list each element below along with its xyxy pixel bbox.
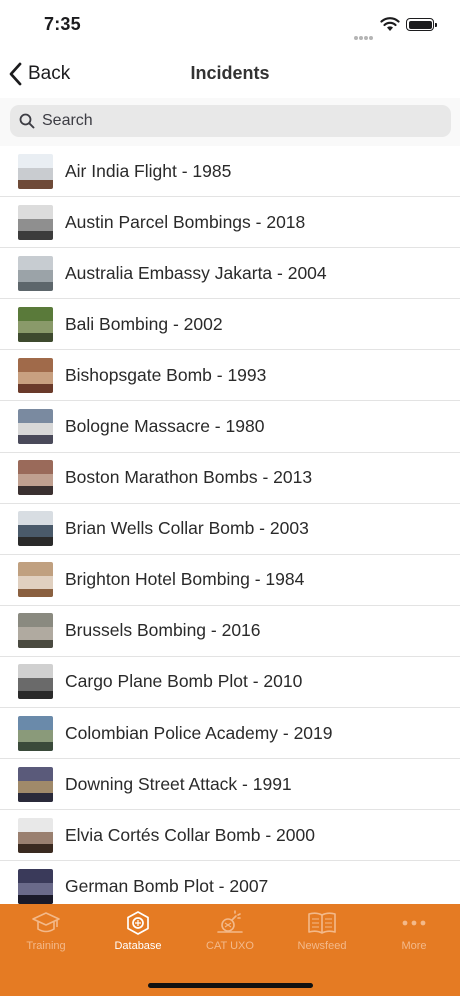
incident-title: Bishopsgate Bomb - 1993 bbox=[65, 364, 267, 385]
book-icon bbox=[308, 912, 336, 934]
signal-dots-icon bbox=[354, 27, 376, 40]
tab-more[interactable]: More bbox=[368, 910, 460, 958]
list-item[interactable]: Bali Bombing - 2002 bbox=[0, 299, 460, 351]
list-item[interactable]: Cargo Plane Bomb Plot - 2010 bbox=[0, 657, 460, 709]
back-label: Back bbox=[28, 63, 71, 84]
search-field[interactable] bbox=[10, 105, 451, 137]
search-icon bbox=[19, 113, 35, 129]
incident-thumbnail bbox=[18, 460, 53, 496]
list-item[interactable]: Brian Wells Collar Bomb - 2003 bbox=[0, 504, 460, 555]
list-item[interactable]: Air India Flight - 1985 bbox=[0, 146, 460, 198]
list-item[interactable]: Downing Street Attack - 1991 bbox=[0, 759, 460, 811]
tab-training[interactable]: Training bbox=[0, 910, 92, 958]
incident-title: Bali Bombing - 2002 bbox=[65, 313, 223, 334]
incident-title: Downing Street Attack - 1991 bbox=[65, 773, 292, 794]
list-item[interactable]: Bologne Massacre - 1980 bbox=[0, 401, 460, 453]
tab-label: CAT UXO bbox=[206, 940, 254, 952]
incident-thumbnail bbox=[18, 204, 53, 240]
incident-thumbnail bbox=[18, 766, 53, 802]
list-item[interactable]: Brussels Bombing - 2016 bbox=[0, 606, 460, 657]
home-indicator bbox=[148, 983, 313, 988]
incident-title: Brussels Bombing - 2016 bbox=[65, 620, 261, 641]
incident-title: Air India Flight - 1985 bbox=[65, 160, 232, 181]
tab-newsfeed[interactable]: Newsfeed bbox=[276, 910, 368, 958]
incident-title: Austin Parcel Bombings - 2018 bbox=[65, 211, 306, 232]
graduation-cap-icon bbox=[32, 912, 60, 933]
status-time: 7:35 bbox=[44, 14, 81, 34]
status-bar: 7:35 bbox=[0, 0, 460, 50]
back-button[interactable]: Back bbox=[8, 58, 70, 90]
incident-thumbnail bbox=[18, 613, 53, 649]
incident-thumbnail bbox=[18, 715, 53, 751]
incident-thumbnail bbox=[18, 357, 53, 393]
tab-database[interactable]: Database bbox=[92, 910, 184, 958]
search-input[interactable] bbox=[42, 112, 422, 130]
incident-title: German Bomb Plot - 2007 bbox=[65, 875, 269, 896]
incident-thumbnail bbox=[18, 868, 53, 904]
incident-title: Elvia Cortés Collar Bomb - 2000 bbox=[65, 824, 315, 845]
tab-label: Training bbox=[26, 940, 66, 952]
incident-title: Boston Marathon Bombs - 2013 bbox=[65, 467, 313, 488]
chevron-left-icon bbox=[9, 62, 22, 86]
list-item[interactable]: Elvia Cortés Collar Bomb - 2000 bbox=[0, 810, 460, 862]
list-item[interactable]: Brighton Hotel Bombing - 1984 bbox=[0, 555, 460, 606]
tab-cat-uxo[interactable]: CAT UXO bbox=[184, 910, 276, 958]
more-dots-icon bbox=[402, 920, 426, 926]
incident-thumbnail bbox=[18, 306, 53, 342]
incident-thumbnail bbox=[18, 664, 53, 700]
list-item[interactable]: Boston Marathon Bombs - 2013 bbox=[0, 453, 460, 504]
battery-icon bbox=[406, 18, 437, 31]
list-item[interactable]: Austin Parcel Bombings - 2018 bbox=[0, 197, 460, 249]
incident-thumbnail bbox=[18, 562, 53, 598]
tab-label: More bbox=[401, 940, 427, 952]
incident-thumbnail bbox=[18, 153, 53, 189]
list-item[interactable]: Australia Embassy Jakarta - 2004 bbox=[0, 248, 460, 300]
search-bar bbox=[0, 98, 460, 146]
list-item[interactable]: Bishopsgate Bomb - 1993 bbox=[0, 350, 460, 402]
incident-thumbnail bbox=[18, 255, 53, 291]
list-item[interactable]: Colombian Police Academy - 2019 bbox=[0, 708, 460, 760]
wifi-icon bbox=[380, 17, 400, 31]
incident-thumbnail bbox=[18, 409, 53, 445]
incident-title: Brighton Hotel Bombing - 1984 bbox=[65, 569, 305, 590]
incident-title: Cargo Plane Bomb Plot - 2010 bbox=[65, 671, 303, 692]
navigation-bar: Back Incidents bbox=[0, 50, 460, 98]
tab-label: Database bbox=[114, 940, 162, 952]
incident-title: Brian Wells Collar Bomb - 2003 bbox=[65, 518, 309, 539]
explosion-icon bbox=[217, 910, 243, 933]
incident-title: Colombian Police Academy - 2019 bbox=[65, 722, 333, 743]
incident-thumbnail bbox=[18, 511, 53, 547]
incident-title: Bologne Massacre - 1980 bbox=[65, 416, 265, 437]
list-item[interactable]: German Bomb Plot - 2007 bbox=[0, 861, 460, 904]
incident-list: Air India Flight - 1985 Austin Parcel Bom… bbox=[0, 146, 460, 904]
incident-title: Australia Embassy Jakarta - 2004 bbox=[65, 262, 327, 283]
database-icon bbox=[127, 911, 149, 935]
tab-label: Newsfeed bbox=[297, 940, 347, 952]
tab-bar: Training Database CAT UXO Newsfeed More bbox=[0, 904, 460, 996]
incident-thumbnail bbox=[18, 817, 53, 853]
